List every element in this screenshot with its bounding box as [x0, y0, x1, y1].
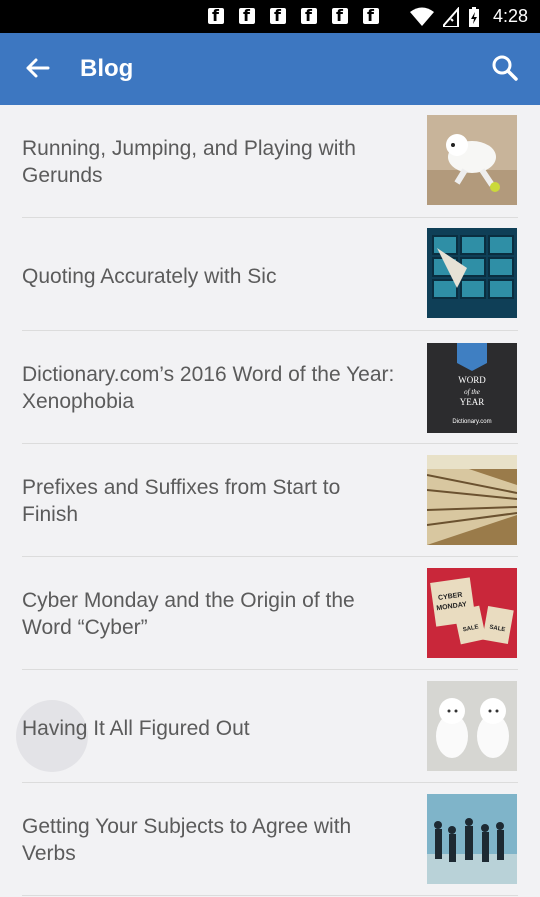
- article-title: Prefixes and Suffixes from Start to Fini…: [22, 476, 341, 526]
- list-item[interactable]: Prefixes and Suffixes from Start to Fini…: [0, 444, 540, 557]
- article-title: Running, Jumping, and Playing with Gerun…: [22, 137, 356, 187]
- facebook-icon: [332, 6, 348, 25]
- list-item[interactable]: Running, Jumping, and Playing with Gerun…: [0, 105, 540, 218]
- battery-charging-icon: [469, 7, 479, 27]
- facebook-icon: [270, 6, 286, 25]
- svg-text:of the: of the: [464, 388, 480, 396]
- article-thumbnail: [427, 681, 517, 771]
- svg-text:YEAR: YEAR: [460, 397, 485, 407]
- article-thumbnail: [427, 115, 517, 205]
- article-thumbnail: CYBER MONDAY SALE SALE: [427, 568, 517, 658]
- list-item[interactable]: Having It All Figured Out: [0, 670, 540, 783]
- article-title: Getting Your Subjects to Agree with Verb…: [22, 815, 352, 865]
- search-icon[interactable]: [488, 51, 522, 85]
- list-item[interactable]: Quoting Accurately with Sic: [0, 218, 540, 331]
- article-title: Cyber Monday and the Origin of the Word …: [22, 589, 355, 639]
- status-bar: 4:28: [0, 0, 540, 33]
- no-sim-icon: [443, 7, 459, 27]
- article-thumbnail: [427, 455, 517, 545]
- list-item[interactable]: Getting Your Subjects to Agree with Verb…: [0, 783, 540, 896]
- page-title: Blog: [80, 55, 134, 82]
- article-thumbnail: WORD of the YEAR Dictionary.com: [427, 343, 517, 433]
- arrow-back-icon[interactable]: [22, 53, 52, 83]
- svg-text:Dictionary.com: Dictionary.com: [452, 419, 491, 425]
- article-title: Having It All Figured Out: [22, 717, 250, 740]
- article-title: Quoting Accurately with Sic: [22, 265, 277, 288]
- svg-text:WORD: WORD: [458, 375, 486, 385]
- facebook-icon: [208, 6, 224, 25]
- toolbar: Blog: [0, 33, 540, 105]
- facebook-icon: [239, 6, 255, 25]
- article-title: Dictionary.com’s 2016 Word of the Year: …: [22, 363, 395, 413]
- divider: [22, 895, 518, 896]
- wifi-icon: [410, 7, 434, 26]
- clock: 4:28: [492, 6, 528, 26]
- facebook-icon: [301, 6, 317, 25]
- article-thumbnail: [427, 794, 517, 884]
- list-item[interactable]: Cyber Monday and the Origin of the Word …: [0, 557, 540, 670]
- article-thumbnail: [427, 228, 517, 318]
- facebook-icon: [363, 6, 379, 25]
- list-item[interactable]: Dictionary.com’s 2016 Word of the Year: …: [0, 331, 540, 444]
